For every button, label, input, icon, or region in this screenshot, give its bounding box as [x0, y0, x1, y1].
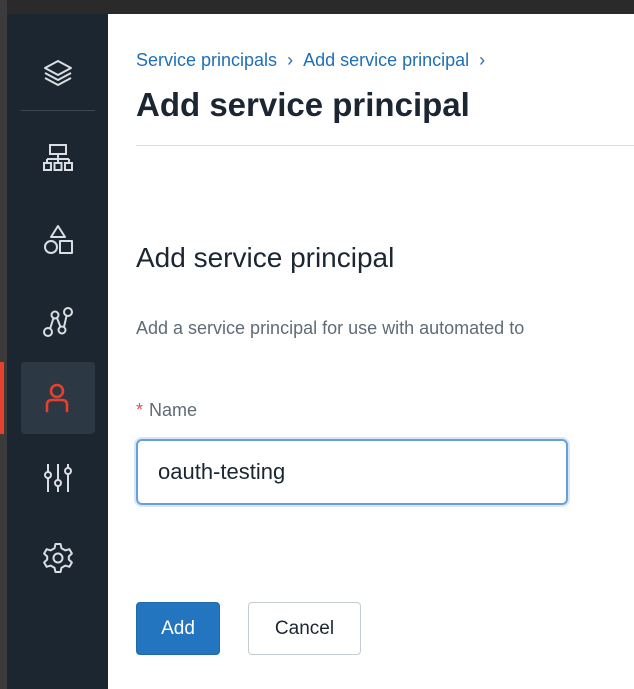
layers-icon — [41, 57, 75, 91]
shapes-icon — [41, 223, 75, 257]
workflow-icon — [41, 305, 75, 339]
required-marker: * — [136, 400, 144, 420]
cancel-button[interactable]: Cancel — [248, 602, 361, 655]
sidebar — [7, 14, 108, 689]
window-top-bar — [0, 0, 634, 14]
form-title: Add service principal — [136, 242, 395, 273]
sidebar-item-shapes[interactable] — [21, 204, 95, 276]
sidebar-item-settings-sliders[interactable] — [21, 442, 95, 514]
name-field-label: * Name — [136, 400, 197, 421]
name-label-text: Name — [149, 400, 198, 420]
add-button[interactable]: Add — [136, 602, 220, 655]
form-description: Add a service principal for use with aut… — [136, 318, 525, 338]
active-nav-indicator — [0, 362, 4, 434]
window-left-edge — [0, 0, 7, 689]
sidebar-item-workflow[interactable] — [21, 286, 95, 358]
sidebar-item-hierarchy[interactable] — [21, 122, 95, 194]
breadcrumb-add-service-principal[interactable]: Add service principal — [303, 50, 469, 71]
breadcrumb-service-principals[interactable]: Service principals — [136, 50, 277, 71]
name-input[interactable] — [136, 439, 568, 505]
gear-icon — [41, 541, 75, 575]
breadcrumb: Service principals › Add service princip… — [136, 50, 495, 71]
header-divider — [136, 145, 634, 146]
user-icon — [41, 381, 75, 415]
sidebar-item-home[interactable] — [21, 38, 95, 110]
page-title: Add service principal — [136, 86, 470, 123]
sidebar-item-users[interactable] — [21, 362, 95, 434]
sidebar-item-gear[interactable] — [21, 522, 95, 594]
main-content: Service principals › Add service princip… — [108, 14, 634, 689]
app-window: Service principals › Add service princip… — [0, 0, 634, 689]
chevron-right-icon: › — [287, 50, 294, 70]
hierarchy-icon — [41, 141, 75, 175]
sidebar-divider — [21, 110, 95, 111]
sliders-icon — [41, 461, 75, 495]
chevron-right-icon: › — [479, 50, 486, 70]
